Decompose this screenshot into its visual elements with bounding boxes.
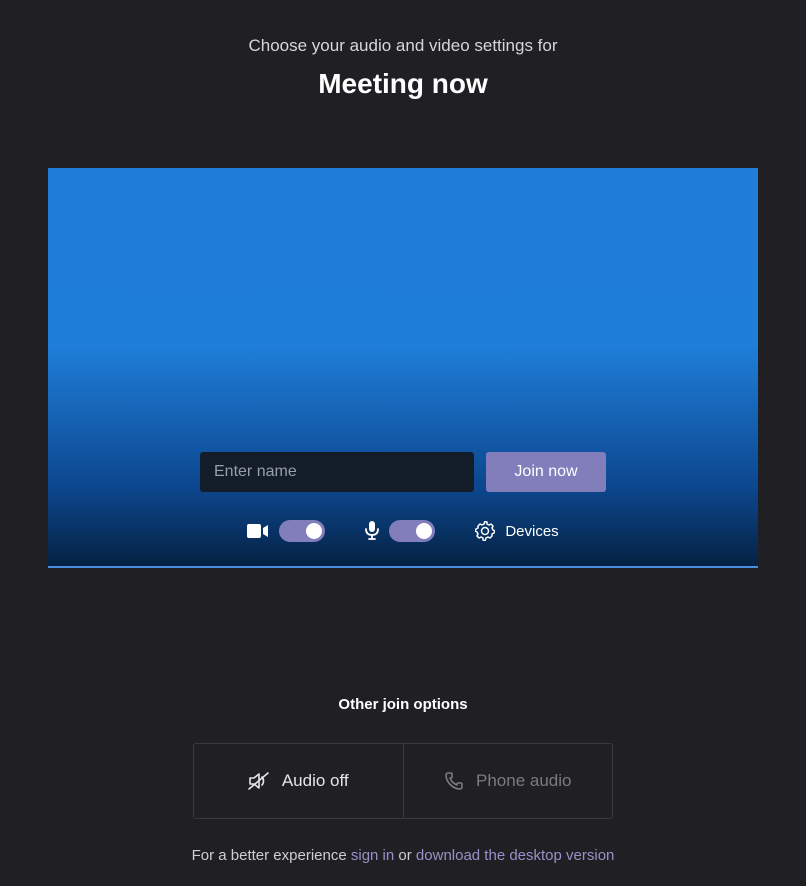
other-options-title: Other join options [0,696,806,713]
camera-icon [247,523,269,539]
options-row: Audio off Phone audio [193,743,613,819]
devices-button[interactable]: Devices [475,521,558,541]
camera-toggle[interactable] [279,520,325,542]
microphone-toggle[interactable] [389,520,435,542]
devices-label: Devices [505,523,558,540]
footer-prefix: For a better experience [192,847,351,864]
name-input[interactable] [200,452,474,492]
controls-row: Devices [247,520,558,542]
phone-audio-button[interactable]: Phone audio [404,744,613,818]
audio-off-label: Audio off [282,771,349,791]
phone-icon [444,771,464,791]
footer-middle: or [394,847,416,864]
footer: For a better experience sign in or downl… [0,847,806,864]
sign-in-link[interactable]: sign in [351,847,394,864]
audio-off-button[interactable]: Audio off [194,744,404,818]
microphone-icon [365,521,379,541]
speaker-off-icon [248,771,270,791]
download-link[interactable]: download the desktop version [416,847,614,864]
other-options: Other join options Audio off Phone audio… [0,696,806,864]
name-join-row: Join now [200,452,606,492]
phone-audio-label: Phone audio [476,771,571,791]
microphone-control [365,520,435,542]
join-now-button[interactable]: Join now [486,452,606,492]
gear-icon [475,521,495,541]
toggle-knob [306,523,322,539]
video-preview: Join now [48,168,758,568]
header: Choose your audio and video settings for… [0,0,806,100]
toggle-knob [416,523,432,539]
camera-control [247,520,325,542]
header-subtitle: Choose your audio and video settings for [0,36,806,56]
page-title: Meeting now [0,68,806,100]
